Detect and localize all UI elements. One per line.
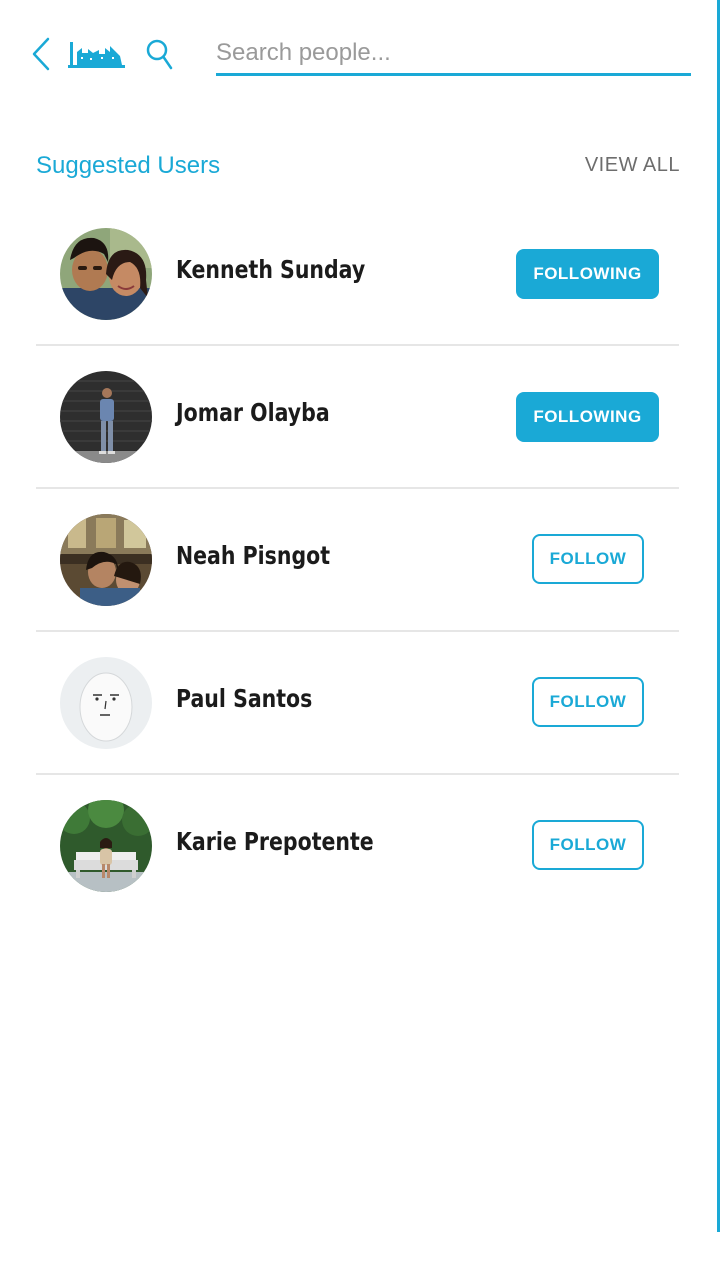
list-item: Paul Santos FOLLOW: [36, 632, 679, 775]
suggested-users-header: Suggested Users VIEW ALL: [36, 150, 680, 190]
avatar[interactable]: [60, 800, 152, 892]
city-skyline-logo-icon: [68, 36, 126, 72]
avatar[interactable]: [60, 371, 152, 463]
list-item: Jomar Olayba FOLLOWING: [36, 346, 679, 489]
follow-button[interactable]: FOLLOW: [532, 820, 644, 870]
suggested-users-list: Kenneth Sunday FOLLOWING Jomar Olayba FO…: [36, 203, 679, 916]
user-name[interactable]: Kenneth Sunday: [176, 255, 365, 284]
user-name[interactable]: Karie Prepotente: [176, 827, 374, 856]
following-button[interactable]: FOLLOWING: [516, 249, 659, 299]
following-button[interactable]: FOLLOWING: [516, 392, 659, 442]
avatar[interactable]: [60, 514, 152, 606]
search-icon[interactable]: [144, 36, 174, 72]
chevron-left-icon[interactable]: [28, 36, 56, 72]
list-item: Neah Pisngot FOLLOW: [36, 489, 679, 632]
avatar[interactable]: [60, 228, 152, 320]
list-item: Karie Prepotente FOLLOW: [36, 775, 679, 916]
follow-button[interactable]: FOLLOW: [532, 534, 644, 584]
section-title: Suggested Users: [36, 152, 221, 179]
list-item: Kenneth Sunday FOLLOWING: [36, 203, 679, 346]
follow-button[interactable]: FOLLOW: [532, 677, 644, 727]
view-all-link[interactable]: VIEW ALL: [585, 154, 680, 177]
avatar[interactable]: [60, 657, 152, 749]
user-name[interactable]: Neah Pisngot: [176, 541, 330, 570]
user-name[interactable]: Paul Santos: [176, 684, 312, 713]
user-name[interactable]: Jomar Olayba: [176, 398, 330, 427]
search-input[interactable]: [216, 34, 691, 72]
top-bar: [0, 0, 720, 110]
search-field: [216, 34, 691, 76]
